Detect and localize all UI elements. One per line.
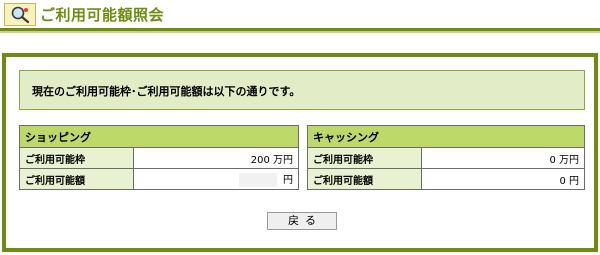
shopping-available-value: 円 xyxy=(283,175,293,186)
notice-box: 現在のご利用可能枠･ご利用可能額は以下の通りです。 xyxy=(19,70,585,110)
shopping-table: ショッピング ご利用可能枠 200 万円 ご利用可能額 円 xyxy=(19,125,299,190)
back-button[interactable]: 戻る xyxy=(267,212,337,230)
content-frame: 現在のご利用可能枠･ご利用可能額は以下の通りです。 ショッピング ご利用可能枠 … xyxy=(2,53,598,252)
masked-amount xyxy=(239,173,277,187)
cashing-table: キャッシング ご利用可能枠 0 万円 ご利用可能額 0 円 xyxy=(307,125,585,190)
page-title: ご利用可能額照会 xyxy=(40,6,165,24)
cashing-title: キャッシング xyxy=(307,125,585,148)
shopping-limit-label: ご利用可能枠 xyxy=(19,147,134,169)
shopping-limit-value: 200 万円 xyxy=(133,147,299,169)
shopping-title: ショッピング xyxy=(19,125,299,148)
shopping-available-label: ご利用可能額 xyxy=(19,168,134,190)
shopping-available-cell: 円 xyxy=(133,168,299,190)
cashing-available-value: 0 円 xyxy=(421,168,585,190)
cashing-limit-label: ご利用可能枠 xyxy=(307,147,422,169)
magnifier-search-icon xyxy=(4,3,36,26)
page-header: ご利用可能額照会 xyxy=(0,0,600,28)
cashing-available-label: ご利用可能額 xyxy=(307,168,422,190)
cashing-limit-value: 0 万円 xyxy=(421,147,585,169)
header-divider-light xyxy=(0,31,600,33)
notice-text: 現在のご利用可能枠･ご利用可能額は以下の通りです。 xyxy=(32,85,301,98)
